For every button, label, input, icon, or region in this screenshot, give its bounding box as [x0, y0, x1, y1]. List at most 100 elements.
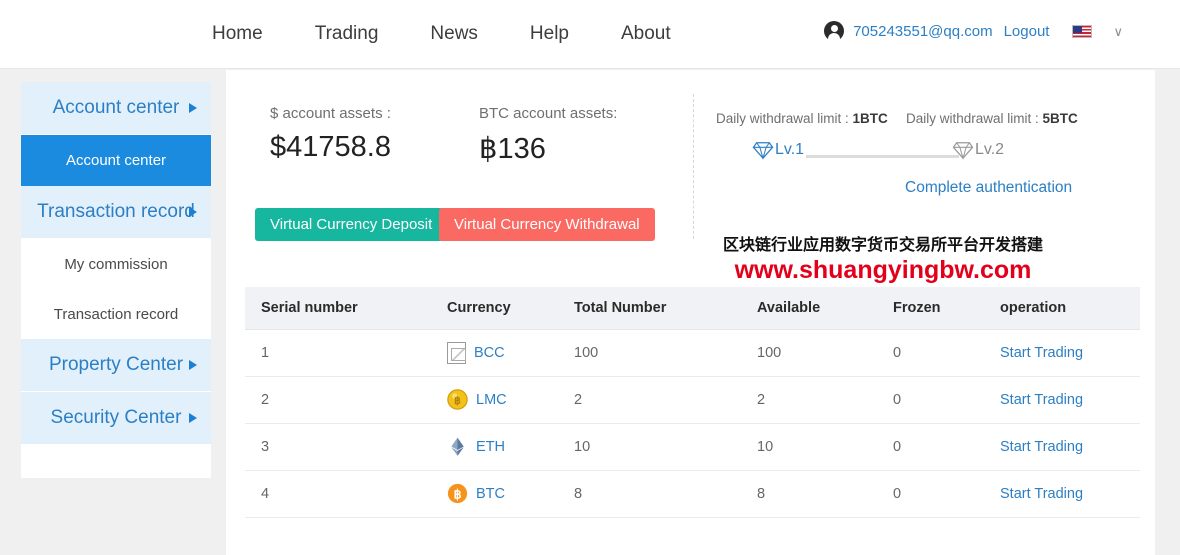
btc-assets-label: BTC account assets:: [479, 105, 617, 122]
sidebar-group-label: Property Center: [49, 354, 183, 376]
cell-frozen: 0: [887, 423, 994, 470]
virtual-currency-deposit-button[interactable]: Virtual Currency Deposit: [255, 208, 447, 241]
nav-item-home[interactable]: Home: [196, 19, 289, 49]
btc-assets-value: ฿136: [479, 131, 546, 166]
sidebar-group-property-center[interactable]: Property Center: [21, 339, 211, 392]
eth-coin-icon: [447, 436, 468, 457]
cell-available: 100: [751, 329, 887, 376]
currency-label: BCC: [474, 345, 505, 361]
level-1-label: Lv.1: [775, 141, 804, 159]
user-avatar-icon: [824, 21, 844, 41]
assets-table: Serial number Currency Total Number Avai…: [245, 287, 1140, 518]
cell-available: 8: [751, 470, 887, 517]
daily-limit-lv1-value: 1BTC: [853, 111, 888, 126]
vertical-divider: [693, 94, 694, 239]
page-body: Account center Account center Transactio…: [0, 70, 1180, 555]
cell-frozen: 0: [887, 470, 994, 517]
daily-limit-lv2-prefix: Daily withdrawal limit :: [906, 111, 1043, 126]
level-1-badge[interactable]: Lv.1: [752, 140, 804, 160]
btc-coin-icon: ฿: [447, 483, 468, 504]
level-2-label: Lv.2: [975, 141, 1004, 159]
svg-text:฿: ฿: [454, 395, 461, 407]
currency-label: BTC: [476, 486, 505, 502]
user-email-label[interactable]: 705243551@qq.com: [853, 23, 993, 40]
sidebar-item-account-center[interactable]: Account center: [21, 135, 211, 186]
column-header-operation: operation: [994, 287, 1140, 329]
sidebar-group-transaction-record[interactable]: Transaction record: [21, 186, 211, 239]
top-navigation-bar: Home Trading News Help About 705243551@q…: [0, 0, 1180, 69]
cell-currency: BCC: [441, 329, 568, 376]
currency-label: LMC: [476, 392, 507, 408]
cell-total-number: 10: [568, 423, 751, 470]
cell-serial-number: 1: [245, 329, 441, 376]
main-nav: Home Trading News Help About: [196, 19, 697, 49]
nav-item-trading[interactable]: Trading: [289, 19, 405, 49]
usd-assets-value: $41758.8: [270, 131, 391, 164]
table-row: 4 ฿ BTC 8 8 0: [245, 470, 1140, 517]
start-trading-link[interactable]: Start Trading: [1000, 392, 1083, 408]
level-progress: Lv.1 Lv.2: [706, 140, 1155, 172]
daily-limit-lv2-value: 5BTC: [1043, 111, 1078, 126]
sidebar-group-account-center[interactable]: Account center: [21, 82, 211, 135]
start-trading-link[interactable]: Start Trading: [1000, 439, 1083, 455]
cell-frozen: 0: [887, 329, 994, 376]
sidebar-item-my-commission[interactable]: My commission: [21, 239, 211, 289]
cell-currency: ETH: [441, 423, 568, 470]
cell-available: 10: [751, 423, 887, 470]
sidebar-group-security-center[interactable]: Security Center: [21, 392, 211, 445]
withdrawal-level-section: Daily withdrawal limit : 1BTC Daily with…: [706, 70, 1155, 276]
svg-text:฿: ฿: [454, 487, 462, 501]
sidebar-group-label: Security Center: [51, 407, 182, 429]
nav-item-help[interactable]: Help: [504, 19, 595, 49]
cell-total-number: 8: [568, 470, 751, 517]
diamond-icon: [752, 140, 774, 160]
table-row: 1 BCC 100 100 0 Start Trading: [245, 329, 1140, 376]
column-header-frozen: Frozen: [887, 287, 994, 329]
column-header-total-number: Total Number: [568, 287, 751, 329]
start-trading-link[interactable]: Start Trading: [1000, 345, 1083, 361]
diamond-icon: [952, 140, 974, 160]
usd-assets-label: $ account assets :: [270, 105, 391, 122]
table-row: 2 ฿ LMC: [245, 376, 1140, 423]
cell-currency: ฿ BTC: [441, 470, 568, 517]
level-2-badge[interactable]: Lv.2: [952, 140, 1004, 160]
cell-available: 2: [751, 376, 887, 423]
column-header-currency: Currency: [441, 287, 568, 329]
sidebar: Account center Account center Transactio…: [21, 82, 211, 478]
sidebar-bottom-spacer: [21, 445, 211, 478]
nav-item-about[interactable]: About: [595, 19, 697, 49]
sidebar-item-transaction-record[interactable]: Transaction record: [21, 289, 211, 339]
cell-serial-number: 4: [245, 470, 441, 517]
caret-right-icon: [189, 360, 197, 370]
main-content-panel: $ account assets : $41758.8 BTC account …: [226, 70, 1155, 555]
cell-serial-number: 2: [245, 376, 441, 423]
level-progress-track: [806, 155, 959, 158]
virtual-currency-withdrawal-button[interactable]: Virtual Currency Withdrawal: [439, 208, 655, 241]
complete-authentication-link[interactable]: Complete authentication: [905, 179, 1072, 197]
chevron-down-icon[interactable]: ∨: [1113, 25, 1123, 38]
daily-limit-lv1: Daily withdrawal limit : 1BTC: [716, 111, 888, 126]
table-row: 3 ETH: [245, 423, 1140, 470]
currency-label: ETH: [476, 439, 505, 455]
column-header-serial-number: Serial number: [245, 287, 441, 329]
user-account-area: 705243551@qq.com Logout ∨: [824, 21, 1123, 41]
caret-right-icon: [189, 207, 197, 217]
cell-total-number: 2: [568, 376, 751, 423]
caret-right-icon: [189, 103, 197, 113]
cell-total-number: 100: [568, 329, 751, 376]
logout-button[interactable]: Logout: [1004, 23, 1050, 40]
broken-image-icon: [447, 342, 466, 364]
sidebar-group-label: Account center: [53, 97, 180, 119]
lmc-coin-icon: ฿: [447, 389, 468, 410]
cell-currency: ฿ LMC: [441, 376, 568, 423]
daily-limit-lv2: Daily withdrawal limit : 5BTC: [906, 111, 1078, 126]
caret-right-icon: [189, 413, 197, 423]
nav-item-news[interactable]: News: [404, 19, 504, 49]
daily-limit-lv1-prefix: Daily withdrawal limit :: [716, 111, 853, 126]
sidebar-group-label: Transaction record: [37, 201, 195, 223]
cell-serial-number: 3: [245, 423, 441, 470]
us-flag-icon[interactable]: [1072, 25, 1092, 38]
table-header-row: Serial number Currency Total Number Avai…: [245, 287, 1140, 329]
cell-frozen: 0: [887, 376, 994, 423]
start-trading-link[interactable]: Start Trading: [1000, 486, 1083, 502]
